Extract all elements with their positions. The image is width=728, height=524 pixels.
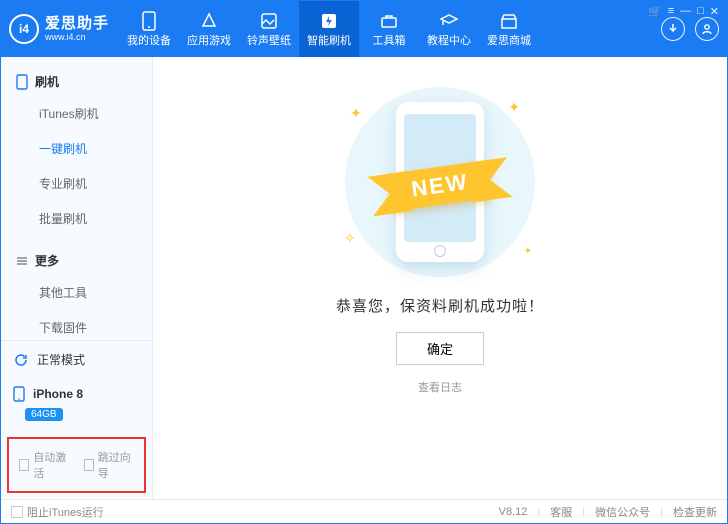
footer-link-wechat[interactable]: 微信公众号 xyxy=(595,504,650,520)
sidebar-item-pro-flash[interactable]: 专业刷机 xyxy=(1,166,152,201)
skip-wizard-checkbox[interactable]: 跳过向导 xyxy=(84,449,135,481)
refresh-icon xyxy=(13,352,29,368)
nav-label: 铃声壁纸 xyxy=(247,32,291,48)
ok-button[interactable]: 确定 xyxy=(396,332,484,365)
success-illustration: ✦ ✦ ✧ ✦ NEW xyxy=(320,87,560,277)
footer: 阻止iTunes运行 V8.12 | 客服 | 微信公众号 | 检查更新 xyxy=(1,499,727,523)
app-name: 爱思助手 xyxy=(45,15,109,32)
nav-toolbox[interactable]: 工具箱 xyxy=(359,1,419,57)
app-url: www.i4.cn xyxy=(45,32,109,42)
auto-activate-checkbox[interactable]: 自动激活 xyxy=(19,449,70,481)
nav-label: 工具箱 xyxy=(373,32,406,48)
logo-badge-icon: i4 xyxy=(9,14,39,44)
footer-link-support[interactable]: 客服 xyxy=(550,504,572,520)
phone-icon xyxy=(13,386,25,402)
top-nav: 我的设备 应用游戏 铃声壁纸 智能刷机 工具箱 教程中心 爱思商城 xyxy=(119,1,539,57)
nav-store[interactable]: 爱思商城 xyxy=(479,1,539,57)
nav-ringtone-wallpaper[interactable]: 铃声壁纸 xyxy=(239,1,299,57)
nav-apps-games[interactable]: 应用游戏 xyxy=(179,1,239,57)
sparkle-icon: ✦ xyxy=(350,105,362,122)
checkbox-label: 跳过向导 xyxy=(98,449,134,481)
sparkle-icon: ✦ xyxy=(508,99,520,116)
cart-icon[interactable]: 🛒 xyxy=(648,5,662,18)
version-label: V8.12 xyxy=(499,506,528,518)
sidebar: 刷机 iTunes刷机 一键刷机 专业刷机 批量刷机 更多 其他工具 下载固件 … xyxy=(1,57,153,499)
sidebar-item-download-firmware[interactable]: 下载固件 xyxy=(1,310,152,340)
device-mode-text: 正常模式 xyxy=(37,351,85,368)
view-log-link[interactable]: 查看日志 xyxy=(418,379,462,395)
nav-label: 我的设备 xyxy=(127,32,171,48)
sidebar-item-onekey-flash[interactable]: 一键刷机 xyxy=(1,131,152,166)
footer-link-update[interactable]: 检查更新 xyxy=(673,504,717,520)
nav-label: 智能刷机 xyxy=(307,32,351,48)
sidebar-group-more[interactable]: 更多 xyxy=(1,246,152,275)
close-button[interactable]: ✕ xyxy=(710,5,719,18)
nav-label: 爱思商城 xyxy=(487,32,531,48)
nav-my-device[interactable]: 我的设备 xyxy=(119,1,179,57)
sparkle-icon: ✦ xyxy=(524,246,532,257)
checkbox-label: 阻止iTunes运行 xyxy=(27,504,104,520)
device-mode-row[interactable]: 正常模式 xyxy=(1,341,152,378)
app-logo[interactable]: i4 爱思助手 www.i4.cn xyxy=(9,14,109,44)
nav-tutorial-center[interactable]: 教程中心 xyxy=(419,1,479,57)
device-name: iPhone 8 xyxy=(33,387,83,401)
menu-icon[interactable]: ≡ xyxy=(668,5,674,18)
window-controls: 🛒 ≡ — □ ✕ xyxy=(648,5,719,18)
store-icon xyxy=(499,11,519,31)
device-icon xyxy=(139,11,159,31)
minimize-button[interactable]: — xyxy=(680,5,691,18)
sidebar-item-other-tools[interactable]: 其他工具 xyxy=(1,275,152,310)
sidebar-group-flash[interactable]: 刷机 xyxy=(1,67,152,96)
sidebar-item-itunes-flash[interactable]: iTunes刷机 xyxy=(1,96,152,131)
nav-smart-flash[interactable]: 智能刷机 xyxy=(299,1,359,57)
flash-icon xyxy=(319,11,339,31)
apps-icon xyxy=(199,11,219,31)
device-row[interactable]: iPhone 8 xyxy=(1,378,152,406)
phone-icon xyxy=(15,74,29,90)
topbar: 🛒 ≡ — □ ✕ i4 爱思助手 www.i4.cn 我的设备 应用游戏 铃声… xyxy=(1,1,727,57)
tutorial-icon xyxy=(439,11,459,31)
sidebar-item-batch-flash[interactable]: 批量刷机 xyxy=(1,201,152,236)
nav-label: 教程中心 xyxy=(427,32,471,48)
user-icon[interactable] xyxy=(695,17,719,41)
wallpaper-icon xyxy=(259,11,279,31)
storage-badge: 64GB xyxy=(25,408,63,421)
highlighted-options: 自动激活 跳过向导 xyxy=(7,437,146,493)
maximize-button[interactable]: □ xyxy=(697,5,704,18)
sidebar-group-title: 刷机 xyxy=(35,73,59,90)
success-message: 恭喜您，保资料刷机成功啦！ xyxy=(336,295,544,316)
sparkle-icon: ✧ xyxy=(344,230,356,247)
nav-label: 应用游戏 xyxy=(187,32,231,48)
download-icon[interactable] xyxy=(661,17,685,41)
checkbox-label: 自动激活 xyxy=(33,449,69,481)
toolbox-icon xyxy=(379,11,399,31)
block-itunes-checkbox[interactable]: 阻止iTunes运行 xyxy=(11,504,104,520)
sidebar-group-title: 更多 xyxy=(35,252,59,269)
main-panel: ✦ ✦ ✧ ✦ NEW 恭喜您，保资料刷机成功啦！ 确定 查看日志 xyxy=(153,57,727,499)
more-icon xyxy=(15,255,29,267)
